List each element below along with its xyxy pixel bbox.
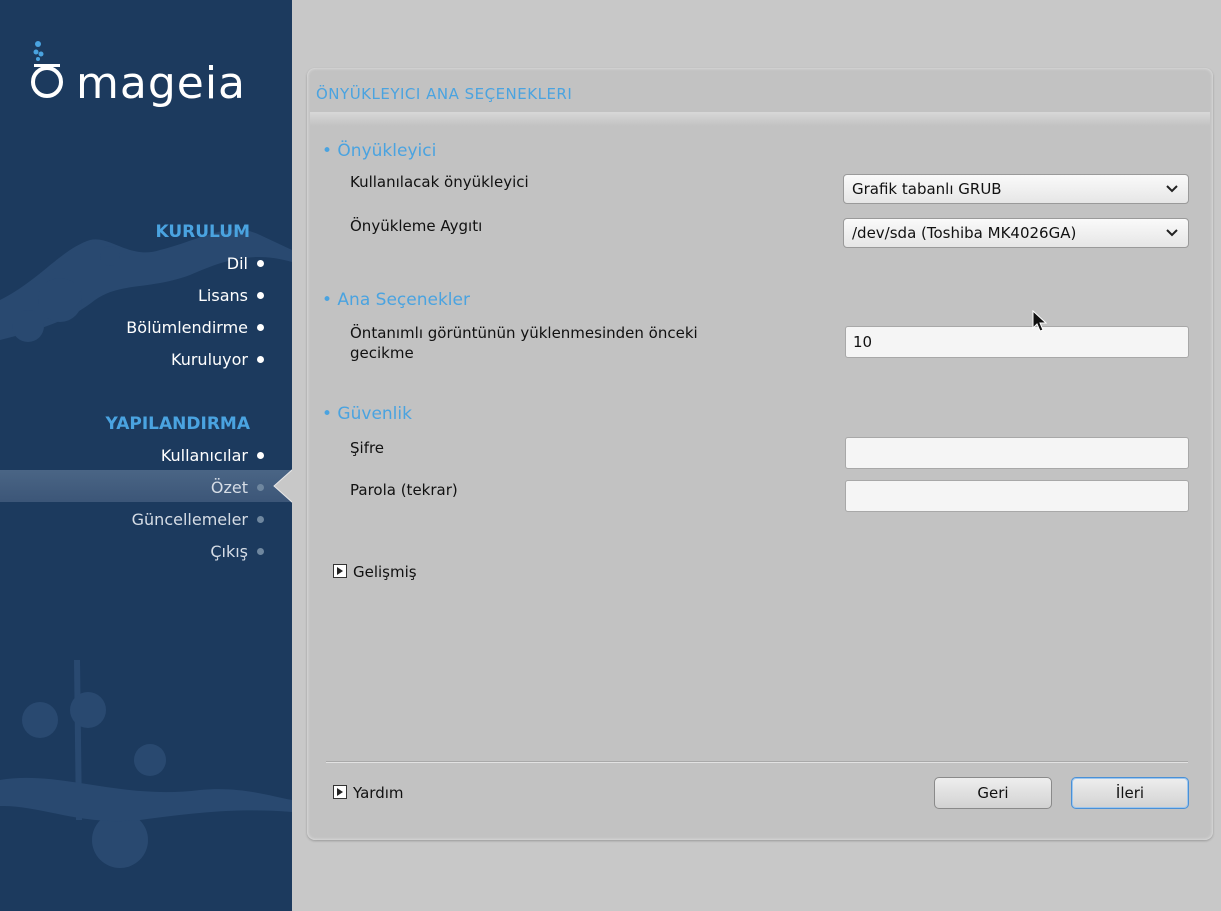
title-divider	[310, 112, 1210, 126]
boot-delay-label-line2: gecikme	[350, 344, 414, 362]
bootloader-select-value: Grafik tabanlı GRUB	[852, 180, 1002, 198]
boot-delay-label: Öntanımlı görüntünün yüklenmesinden önce…	[350, 323, 698, 363]
section-title-configuration: YAPILANDIRMA	[105, 414, 250, 434]
password-repeat-label: Parola (tekrar)	[350, 481, 458, 499]
section-title-install: KURULUM	[155, 222, 250, 242]
status-dot-icon	[257, 516, 264, 523]
boot-device-label: Önyükleme Aygıtı	[350, 217, 483, 235]
chevron-down-icon	[1166, 185, 1178, 193]
password-repeat-field[interactable]	[845, 480, 1189, 512]
advanced-expander-label: Gelişmiş	[353, 563, 417, 581]
status-dot-icon	[257, 484, 264, 491]
mouse-cursor-icon	[1032, 310, 1048, 332]
bootloader-label: Kullanılacak önyükleyici	[350, 173, 529, 191]
nav-item-summary[interactable]: Özet	[210, 478, 264, 497]
nav-item-label: Güncellemeler	[131, 510, 248, 529]
nav-item-updates[interactable]: Güncellemeler	[131, 510, 264, 529]
mageia-logo: mageia	[30, 38, 290, 118]
chevron-down-icon	[1166, 229, 1178, 237]
logo-text: mageia	[76, 58, 247, 109]
nav-item-label: Özet	[210, 478, 248, 497]
expander-arrow-icon	[333, 785, 347, 799]
nav-item-label: Dil	[226, 254, 248, 273]
status-dot-icon	[257, 260, 264, 267]
group-title-security: • Güvenlik	[322, 404, 412, 424]
boot-delay-input[interactable]: 10	[845, 326, 1189, 358]
nav-item-label: Kullanıcılar	[160, 446, 248, 465]
nav-item-exit[interactable]: Çıkış	[210, 542, 264, 561]
password-field[interactable]	[845, 437, 1189, 469]
status-dot-icon	[257, 452, 264, 459]
nav-item-language[interactable]: Dil	[226, 254, 264, 273]
boot-device-select-value: /dev/sda (Toshiba MK4026GA)	[852, 224, 1077, 242]
active-pointer-icon	[273, 469, 292, 503]
group-title-bootloader: • Önyükleyici	[322, 141, 437, 161]
nav-item-label: Bölümlendirme	[126, 318, 248, 337]
nav-item-installing[interactable]: Kuruluyor	[171, 350, 264, 369]
bootloader-select[interactable]: Grafik tabanlı GRUB	[843, 174, 1189, 204]
nav-item-label: Çıkış	[210, 542, 248, 561]
help-expander[interactable]: Yardım	[333, 784, 404, 802]
nav-item-license[interactable]: Lisans	[198, 286, 264, 305]
status-dot-icon	[257, 356, 264, 363]
back-button[interactable]: Geri	[934, 777, 1052, 809]
nav-item-label: Kuruluyor	[171, 350, 248, 369]
logo-mark-icon	[31, 41, 63, 98]
expander-arrow-icon	[333, 564, 347, 578]
help-expander-label: Yardım	[353, 784, 404, 802]
active-item-highlight	[0, 470, 292, 502]
page-title: ÖNYÜKLEYICI ANA SEÇENEKLERI	[316, 85, 573, 103]
next-button[interactable]: İleri	[1071, 777, 1189, 809]
password-label: Şifre	[350, 439, 385, 457]
advanced-expander[interactable]: Gelişmiş	[333, 563, 417, 581]
status-dot-icon	[257, 548, 264, 555]
status-dot-icon	[257, 324, 264, 331]
nav-item-label: Lisans	[198, 286, 248, 305]
nav-item-partitioning[interactable]: Bölümlendirme	[126, 318, 264, 337]
boot-delay-label-line1: Öntanımlı görüntünün yüklenmesinden önce…	[350, 324, 698, 342]
status-dot-icon	[257, 292, 264, 299]
boot-device-select[interactable]: /dev/sda (Toshiba MK4026GA)	[843, 218, 1189, 248]
nav-item-users[interactable]: Kullanıcılar	[160, 446, 264, 465]
sidebar: mageia KURULUM Dil Lisans Bölümlendirme …	[0, 0, 292, 911]
footer-separator	[326, 761, 1188, 763]
group-title-main-options: • Ana Seçenekler	[322, 290, 470, 310]
flower-decoration	[0, 229, 292, 868]
